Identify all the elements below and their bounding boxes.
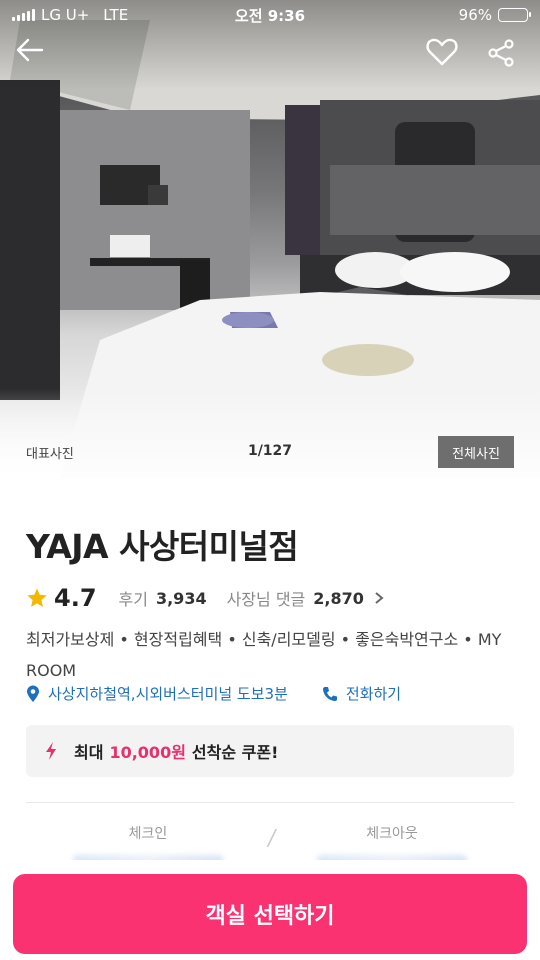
- location-row: 사상지하철역,시외버스터미널 도보3분 전화하기: [26, 683, 401, 704]
- call-label: 전화하기: [345, 685, 402, 703]
- coupon-amount: 10,000원: [109, 743, 186, 762]
- coupon-prefix: 최대: [74, 743, 104, 762]
- back-arrow-icon[interactable]: [16, 38, 50, 72]
- battery-icon: [498, 8, 531, 22]
- phone-icon: [322, 686, 337, 701]
- location-pin-icon: [27, 685, 39, 702]
- heart-icon[interactable]: [426, 38, 460, 72]
- all-photos-button[interactable]: 전체사진: [438, 436, 514, 468]
- checkout-label: 체크아웃: [366, 826, 418, 842]
- status-right: 96%: [458, 6, 531, 24]
- hotel-tags: 최저가보상제 • 현장적립혜택 • 신축/리모델링 • 좋은숙박연구소 • MY…: [26, 630, 502, 680]
- hero-photo[interactable]: 대표사진 1/127 전체사진: [0, 0, 540, 478]
- owner-replies-label: 사장님 댓글: [226, 590, 306, 609]
- signal-strength-icon: [12, 9, 35, 21]
- hotel-name: YAJA 사상터미널점: [26, 527, 299, 566]
- coupon-suffix: 선착순 쿠폰!: [191, 743, 279, 762]
- select-room-button[interactable]: 객실 선택하기: [13, 874, 527, 954]
- reviews-count: 3,934: [155, 588, 207, 608]
- reviews-label: 후기: [118, 590, 148, 609]
- location-text[interactable]: 사상지하철역,시외버스터미널 도보3분: [48, 683, 288, 704]
- status-bar: LG U+ LTE 오전 9:36 96%: [0, 0, 540, 30]
- owner-replies-count: 2,870: [313, 588, 364, 608]
- carrier-name: LG U+: [41, 6, 90, 24]
- network-type: LTE: [103, 6, 129, 24]
- coupon-banner[interactable]: 최대 10,000원 선착순 쿠폰!: [26, 725, 514, 777]
- rating-row[interactable]: 4.7 후기 3,934 사장님 댓글 2,870: [26, 584, 384, 612]
- lightning-icon: [46, 742, 56, 760]
- chevron-right-icon: [375, 592, 384, 604]
- star-icon: [27, 588, 47, 607]
- section-divider: [26, 802, 514, 803]
- share-icon[interactable]: [486, 38, 520, 72]
- call-button[interactable]: 전화하기: [322, 683, 401, 704]
- rating-value: 4.7: [54, 584, 97, 612]
- battery-percent: 96%: [458, 6, 492, 24]
- checkin-label: 체크인: [128, 826, 168, 842]
- status-left: LG U+ LTE: [12, 6, 128, 24]
